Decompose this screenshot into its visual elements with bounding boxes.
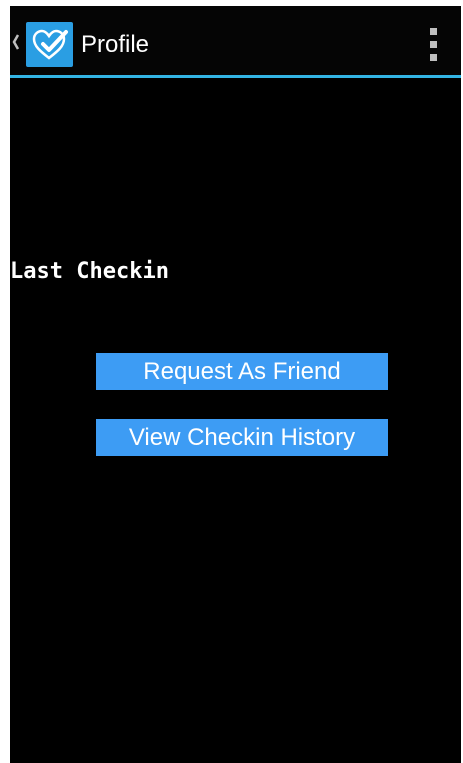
view-checkin-history-button[interactable]: View Checkin History [96, 419, 388, 456]
last-checkin-label: Last Checkin [10, 259, 169, 284]
overflow-menu-icon[interactable] [425, 26, 441, 64]
heart-check-icon[interactable] [26, 22, 73, 67]
action-bar: Profile [10, 6, 461, 75]
request-as-friend-button[interactable]: Request As Friend [96, 353, 388, 390]
app-screen: Profile Last Checkin Request As Friend V… [10, 6, 461, 763]
chevron-left-icon[interactable] [11, 30, 21, 54]
action-bar-divider [10, 75, 461, 78]
page-title: Profile [81, 31, 150, 58]
